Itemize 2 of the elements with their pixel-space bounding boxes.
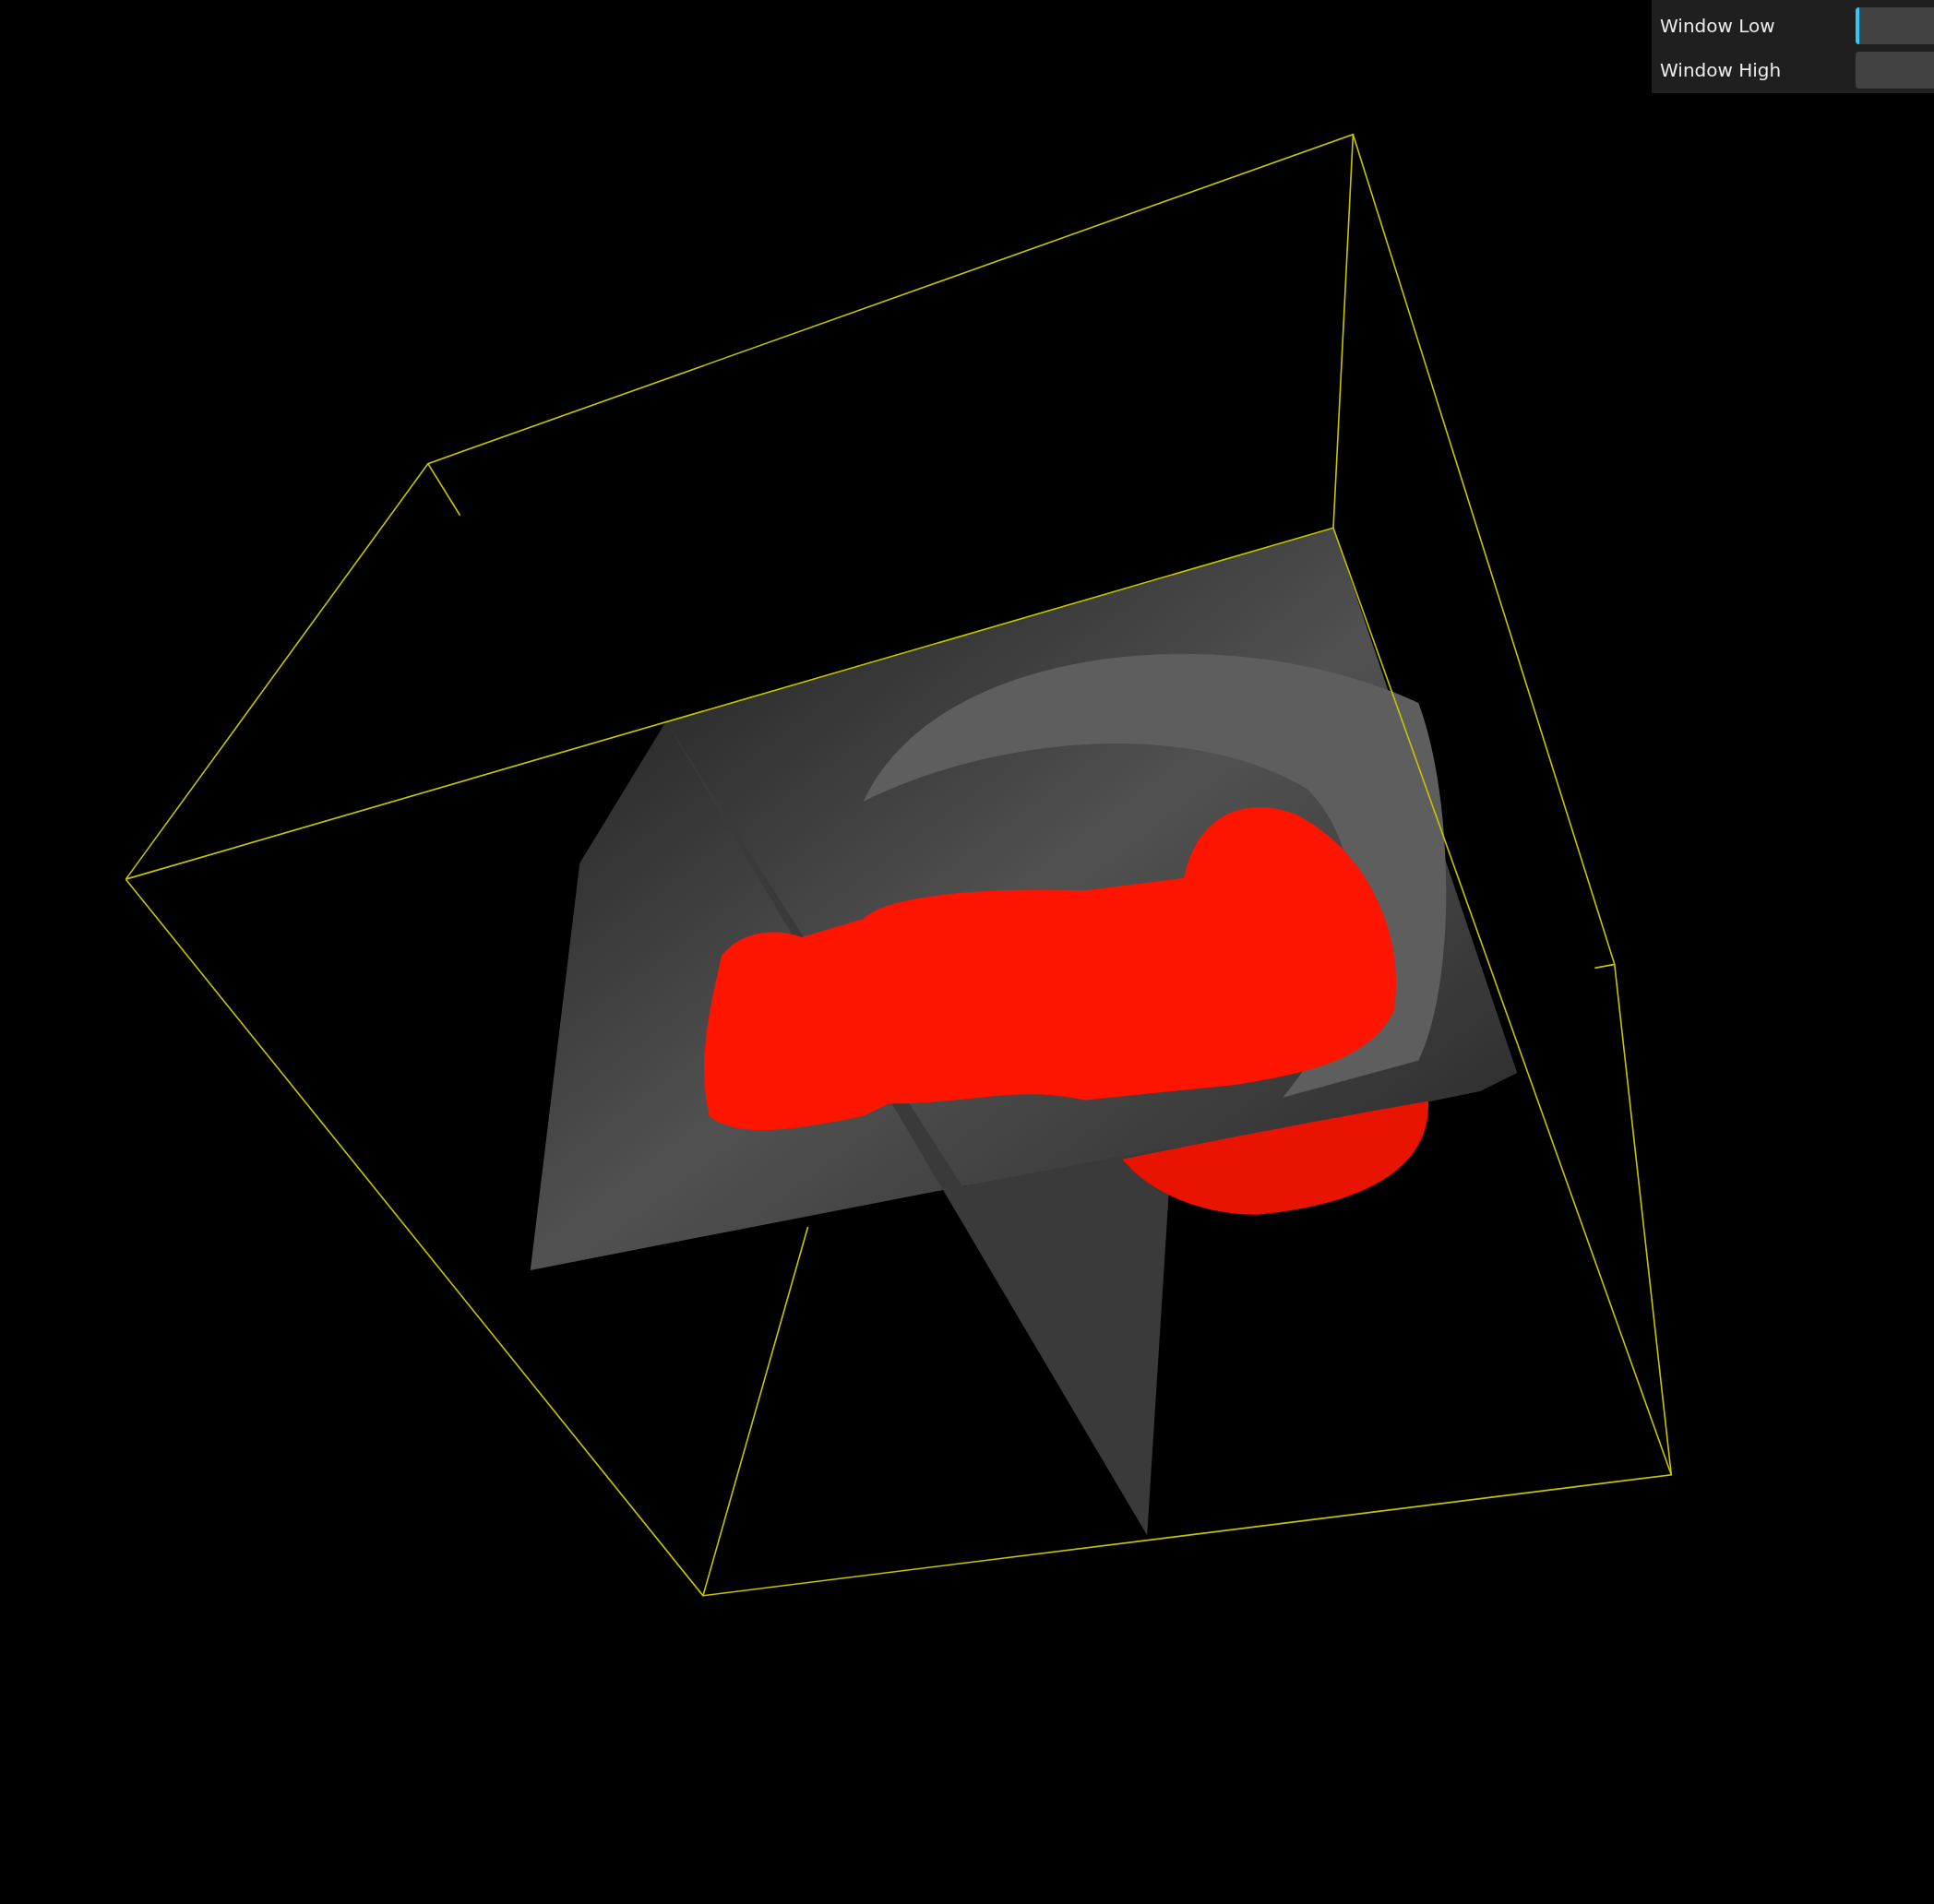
control-label: Window Low (1660, 15, 1776, 37)
control-label: Window High (1660, 59, 1783, 81)
